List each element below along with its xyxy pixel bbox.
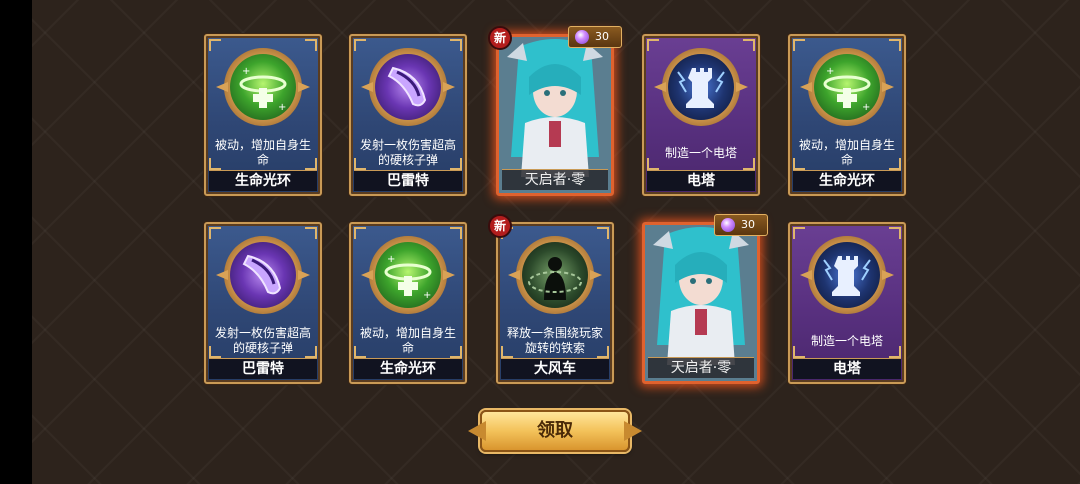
new-badge: 新 [488,26,512,50]
gem-icon [721,218,735,232]
card-name: 电塔 [647,170,755,191]
card-barrett[interactable]: 发射一枚伤害超高的硬核子弹 巴雷特 [349,34,467,196]
card-name: 天启者·零 [648,357,754,378]
card-name: 巴雷特 [354,170,462,191]
cost-badge: 30 [568,26,622,48]
card-windmill[interactable]: 释放一条围绕玩家旋转的铁索 大风车 [496,222,614,384]
bullet-icon [224,236,302,314]
tower-icon [808,236,886,314]
card-hero-apocalypse-zero[interactable]: 天启者·零 [642,222,760,384]
life-ring-icon: + + [369,236,447,314]
card-hero-apocalypse-zero[interactable]: 天启者·零 [496,34,614,196]
card-barrett[interactable]: 发射一枚伤害超高的硬核子弹 巴雷特 [204,222,322,384]
tower-icon [662,48,740,126]
card-name: 天启者·零 [502,169,608,190]
svg-text:+: + [242,66,250,77]
bullet-icon [369,48,447,126]
card-name: 巴雷特 [209,358,317,379]
card-electric-tower[interactable]: 制造一个电塔 电塔 [642,34,760,196]
gem-icon [575,30,589,44]
card-name: 生命光环 [354,358,462,379]
card-life-ring[interactable]: + + 被动，增加自身生命 生命光环 [204,34,322,196]
svg-text:+: + [423,290,431,301]
svg-text:+: + [826,66,834,77]
chain-icon [516,236,594,314]
svg-text:+: + [862,102,870,113]
cost-badge: 30 [714,214,768,236]
reward-screen: + + 被动，增加自身生命 生命光环 发射一枚伤害超高的硬核子弹 巴雷特 天启者… [0,0,1080,484]
card-electric-tower[interactable]: 制造一个电塔 电塔 [788,222,906,384]
screen-edge [0,0,32,484]
new-badge: 新 [488,214,512,238]
svg-text:+: + [278,102,286,113]
card-name: 大风车 [501,358,609,379]
cost-value: 30 [595,30,609,43]
card-name: 生命光环 [793,170,901,191]
svg-text:+: + [387,254,395,265]
card-life-ring[interactable]: + + 被动，增加自身生命 生命光环 [349,222,467,384]
card-life-ring[interactable]: + + 被动，增加自身生命 生命光环 [788,34,906,196]
life-ring-icon: + + [808,48,886,126]
life-ring-icon: + + [224,48,302,126]
card-name: 生命光环 [209,170,317,191]
card-name: 电塔 [793,358,901,379]
cost-value: 30 [741,218,755,231]
claim-button[interactable]: 领取 [480,410,630,452]
